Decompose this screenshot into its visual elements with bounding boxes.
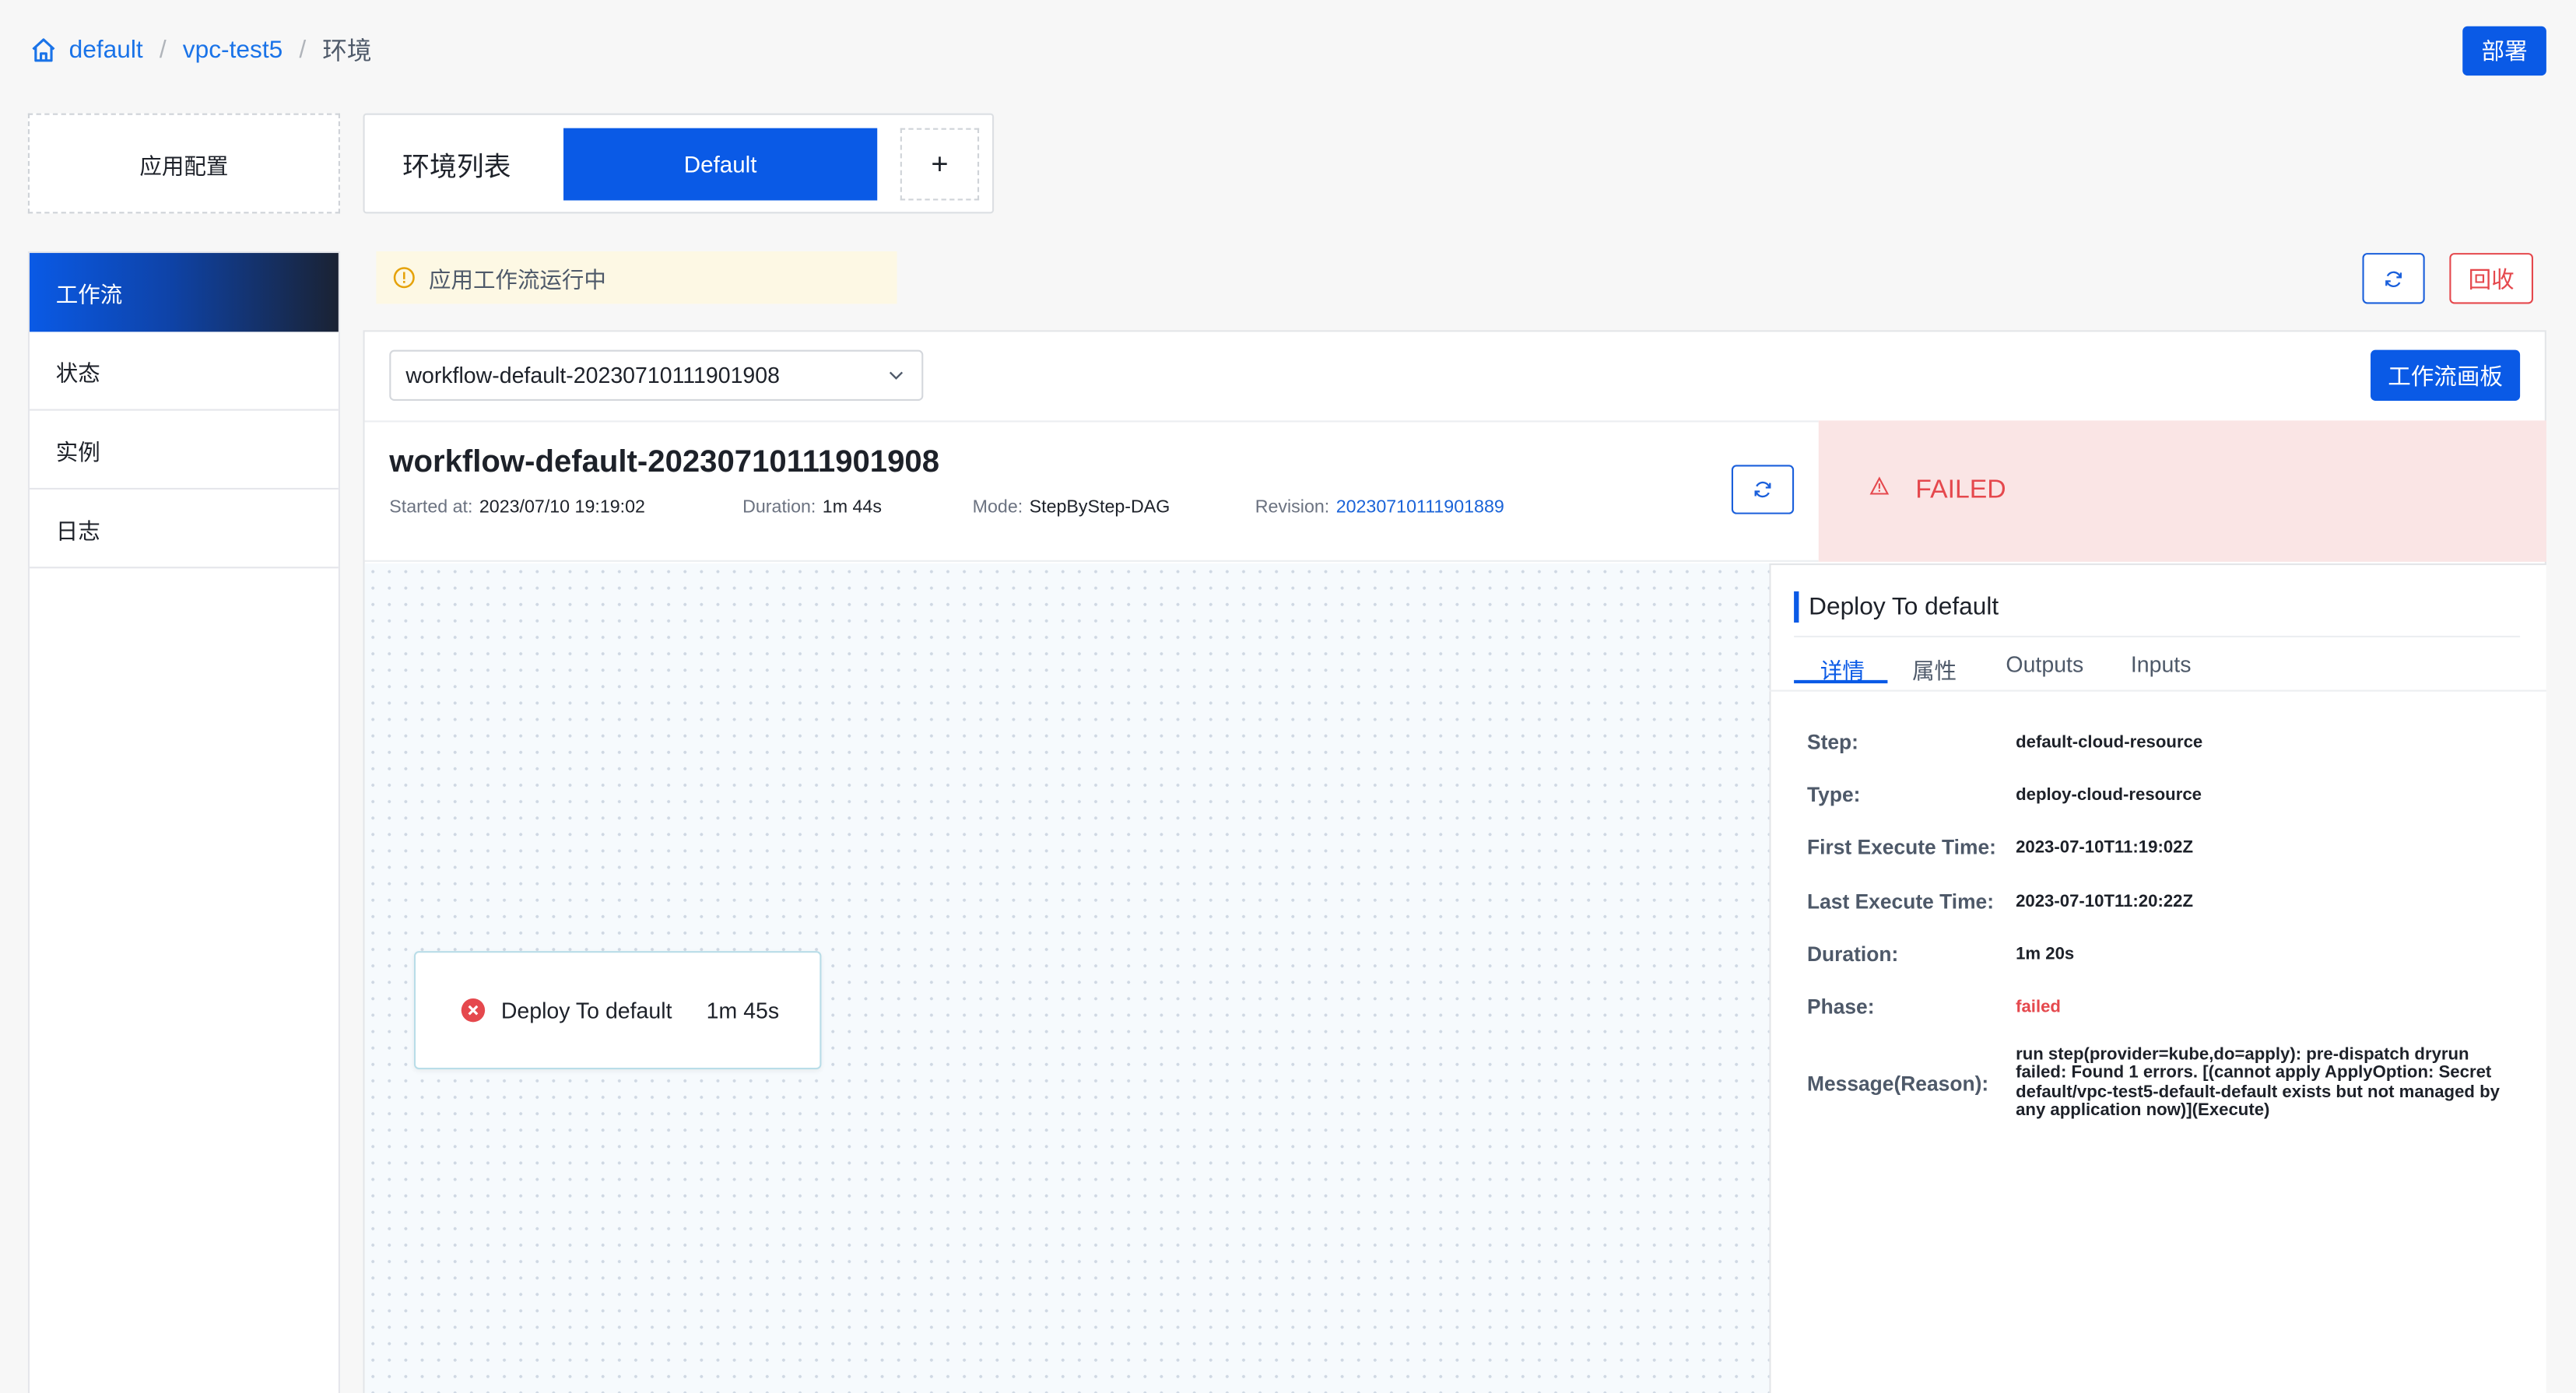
breadcrumb-separator: / bbox=[159, 35, 167, 64]
detail-label-last-execute: Last Execute Time: bbox=[1806, 890, 1995, 914]
recycle-button[interactable]: 回收 bbox=[2449, 253, 2534, 304]
breadcrumb-separator: / bbox=[299, 35, 307, 64]
workflow-header bbox=[364, 420, 1819, 562]
info-warning-icon bbox=[393, 267, 415, 289]
active-tab-indicator bbox=[1794, 679, 1888, 684]
workflow-status-failed: FAILED bbox=[1818, 420, 2546, 562]
detail-label-duration: Duration: bbox=[1806, 942, 1899, 967]
detail-label-phase: Phase: bbox=[1806, 995, 1875, 1019]
workflow-select-value: workflow-default-20230710111901908 bbox=[405, 363, 780, 388]
banner-text: 应用工作流运行中 bbox=[428, 268, 606, 293]
tabs-divider bbox=[1769, 689, 2546, 692]
detail-value-type: deploy-cloud-resource bbox=[2016, 784, 2202, 805]
env-tab-default[interactable]: Default bbox=[563, 128, 878, 201]
node-name: Deploy To default bbox=[500, 998, 672, 1023]
workflow-board-button[interactable]: 工作流画板 bbox=[2371, 349, 2521, 402]
workflow-duration-value: 1m 44s bbox=[822, 497, 882, 518]
workflow-running-banner: 应用工作流运行中 bbox=[376, 251, 897, 304]
tab-inputs[interactable]: Inputs bbox=[2131, 652, 2192, 677]
workflow-select[interactable]: workflow-default-20230710111901908 bbox=[389, 349, 924, 402]
tab-outputs[interactable]: Outputs bbox=[2006, 652, 2083, 677]
workflow-revision: Revision: 20230710111901889 bbox=[1255, 497, 1504, 518]
breadcrumb: default / vpc-test5 / 环境 bbox=[30, 30, 372, 69]
node-duration: 1m 45s bbox=[706, 998, 780, 1023]
tab-properties[interactable]: 属性 bbox=[1912, 652, 1957, 685]
breadcrumb-current: 环境 bbox=[322, 37, 372, 65]
detail-label-first-execute: First Execute Time: bbox=[1806, 836, 1996, 859]
workflow-mode: Mode: StepByStep-DAG bbox=[972, 497, 1170, 518]
detail-value-message: run step(provider=kube,do=apply): pre-di… bbox=[2016, 1044, 2500, 1121]
sidebar-item-status[interactable]: 状态 bbox=[29, 332, 339, 411]
warning-icon bbox=[1869, 476, 1890, 495]
refresh-workflow-button[interactable] bbox=[1731, 465, 1795, 514]
home-icon[interactable] bbox=[30, 35, 58, 63]
detail-value-step: default-cloud-resource bbox=[2016, 732, 2203, 753]
workflow-mode-value: StepByStep-DAG bbox=[1029, 497, 1170, 518]
detail-value-phase: failed bbox=[2016, 997, 2061, 1017]
workflow-duration: Duration: 1m 44s bbox=[742, 497, 882, 518]
detail-label-type: Type: bbox=[1806, 783, 1861, 807]
add-env-button[interactable]: + bbox=[900, 128, 980, 201]
detail-value-duration: 1m 20s bbox=[2016, 944, 2075, 965]
started-at: Started at: 2023/07/10 19:19:02 bbox=[389, 497, 645, 518]
started-at-value: 2023/07/10 19:19:02 bbox=[479, 497, 645, 518]
sidebar-item-logs[interactable]: 日志 bbox=[29, 489, 339, 569]
detail-value-first-execute: 2023-07-10T11:19:02Z bbox=[2016, 837, 2194, 858]
revision-link[interactable]: 20230710111901889 bbox=[1336, 498, 1504, 518]
sidebar: 工作流 状态 实例 日志 bbox=[27, 251, 340, 1393]
chevron-down-icon bbox=[889, 371, 904, 380]
env-list-label: 环境列表 bbox=[402, 153, 511, 183]
refresh-icon bbox=[2385, 270, 2402, 286]
deploy-button[interactable]: 部署 bbox=[2462, 26, 2546, 76]
sidebar-item-instances[interactable]: 实例 bbox=[29, 411, 339, 490]
refresh-button[interactable] bbox=[2362, 253, 2425, 304]
detail-label-step: Step: bbox=[1806, 731, 1858, 754]
step-detail-title: Deploy To default bbox=[1794, 591, 1999, 623]
detail-label-message: Message(Reason): bbox=[1806, 1072, 1989, 1096]
error-circle-icon bbox=[461, 998, 486, 1023]
app-config-button[interactable]: 应用配置 bbox=[27, 113, 340, 214]
workflow-title: workflow-default-20230710111901908 bbox=[389, 445, 940, 480]
step-detail-panel bbox=[1769, 563, 2546, 1393]
workflow-step-node[interactable]: Deploy To default 1m 45s bbox=[413, 951, 822, 1070]
detail-value-last-execute: 2023-07-10T11:20:22Z bbox=[2016, 892, 2194, 912]
status-text: FAILED bbox=[1915, 476, 2006, 505]
refresh-icon bbox=[1754, 481, 1771, 498]
breadcrumb-link-default[interactable]: default bbox=[69, 35, 143, 63]
sidebar-item-workflow[interactable]: 工作流 bbox=[29, 253, 339, 332]
divider bbox=[1794, 635, 2521, 637]
breadcrumb-link-app[interactable]: vpc-test5 bbox=[183, 35, 283, 63]
